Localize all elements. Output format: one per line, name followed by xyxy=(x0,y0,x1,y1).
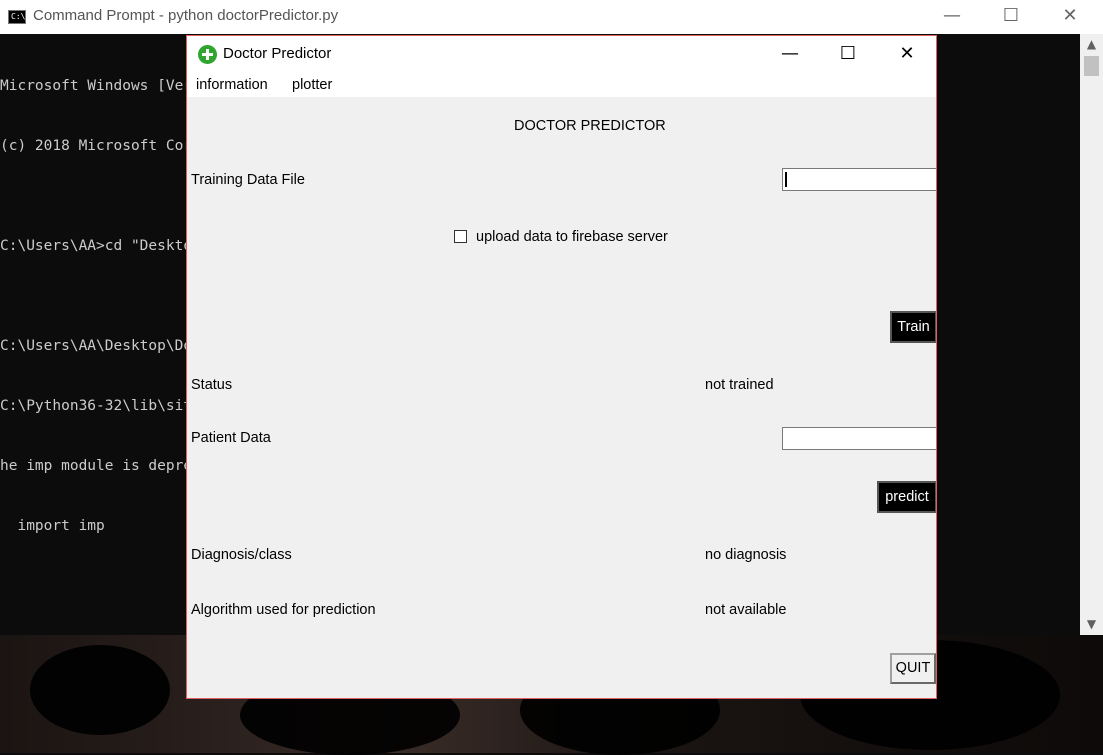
upload-checkbox-label[interactable]: upload data to firebase server xyxy=(476,229,668,245)
patient-data-label: Patient Data xyxy=(191,430,271,446)
app-minimize-button[interactable]: — xyxy=(761,36,819,74)
patient-data-input[interactable] xyxy=(782,427,936,450)
quit-button[interactable]: QUIT xyxy=(890,653,936,684)
scroll-down-icon[interactable]: ▼ xyxy=(1080,614,1103,634)
scroll-up-icon[interactable]: ▲ xyxy=(1080,34,1103,54)
menu-bar: information plotter xyxy=(187,74,936,97)
console-scrollbar[interactable]: ▲ ▼ xyxy=(1080,34,1103,635)
console-titlebar: C:\ Command Prompt - python doctorPredic… xyxy=(0,0,1103,34)
app-maximize-button[interactable]: ☐ xyxy=(819,36,877,74)
page-title: DOCTOR PREDICTOR xyxy=(514,118,666,134)
training-data-input[interactable] xyxy=(782,168,936,191)
console-title: Command Prompt - python doctorPredictor.… xyxy=(33,7,339,24)
train-button[interactable]: Train xyxy=(890,311,936,343)
algorithm-value: not available xyxy=(705,602,787,618)
scroll-thumb[interactable] xyxy=(1084,56,1099,76)
diagnosis-value: no diagnosis xyxy=(705,547,787,563)
app-titlebar: Doctor Predictor — ☐ ✕ xyxy=(187,36,936,74)
menu-plotter[interactable]: plotter xyxy=(292,77,332,93)
app-close-button[interactable]: ✕ xyxy=(878,36,936,74)
console-maximize-button[interactable]: ☐ xyxy=(982,0,1040,34)
status-label: Status xyxy=(191,377,233,393)
console-minimize-button[interactable]: — xyxy=(923,0,981,34)
training-data-label: Training Data File xyxy=(191,172,305,188)
doctor-predictor-window: Doctor Predictor — ☐ ✕ information plott… xyxy=(186,35,937,699)
diagnosis-label: Diagnosis/class xyxy=(191,547,292,563)
predict-button[interactable]: predict xyxy=(877,481,936,513)
app-title: Doctor Predictor xyxy=(223,45,332,62)
status-value: not trained xyxy=(705,377,774,393)
console-close-button[interactable]: ✕ xyxy=(1041,0,1099,34)
plus-circle-icon xyxy=(198,45,217,64)
algorithm-label: Algorithm used for prediction xyxy=(191,602,376,618)
cmd-icon: C:\ xyxy=(8,10,26,24)
menu-information[interactable]: information xyxy=(196,77,268,93)
upload-checkbox[interactable] xyxy=(454,230,467,243)
text-caret xyxy=(785,172,787,187)
